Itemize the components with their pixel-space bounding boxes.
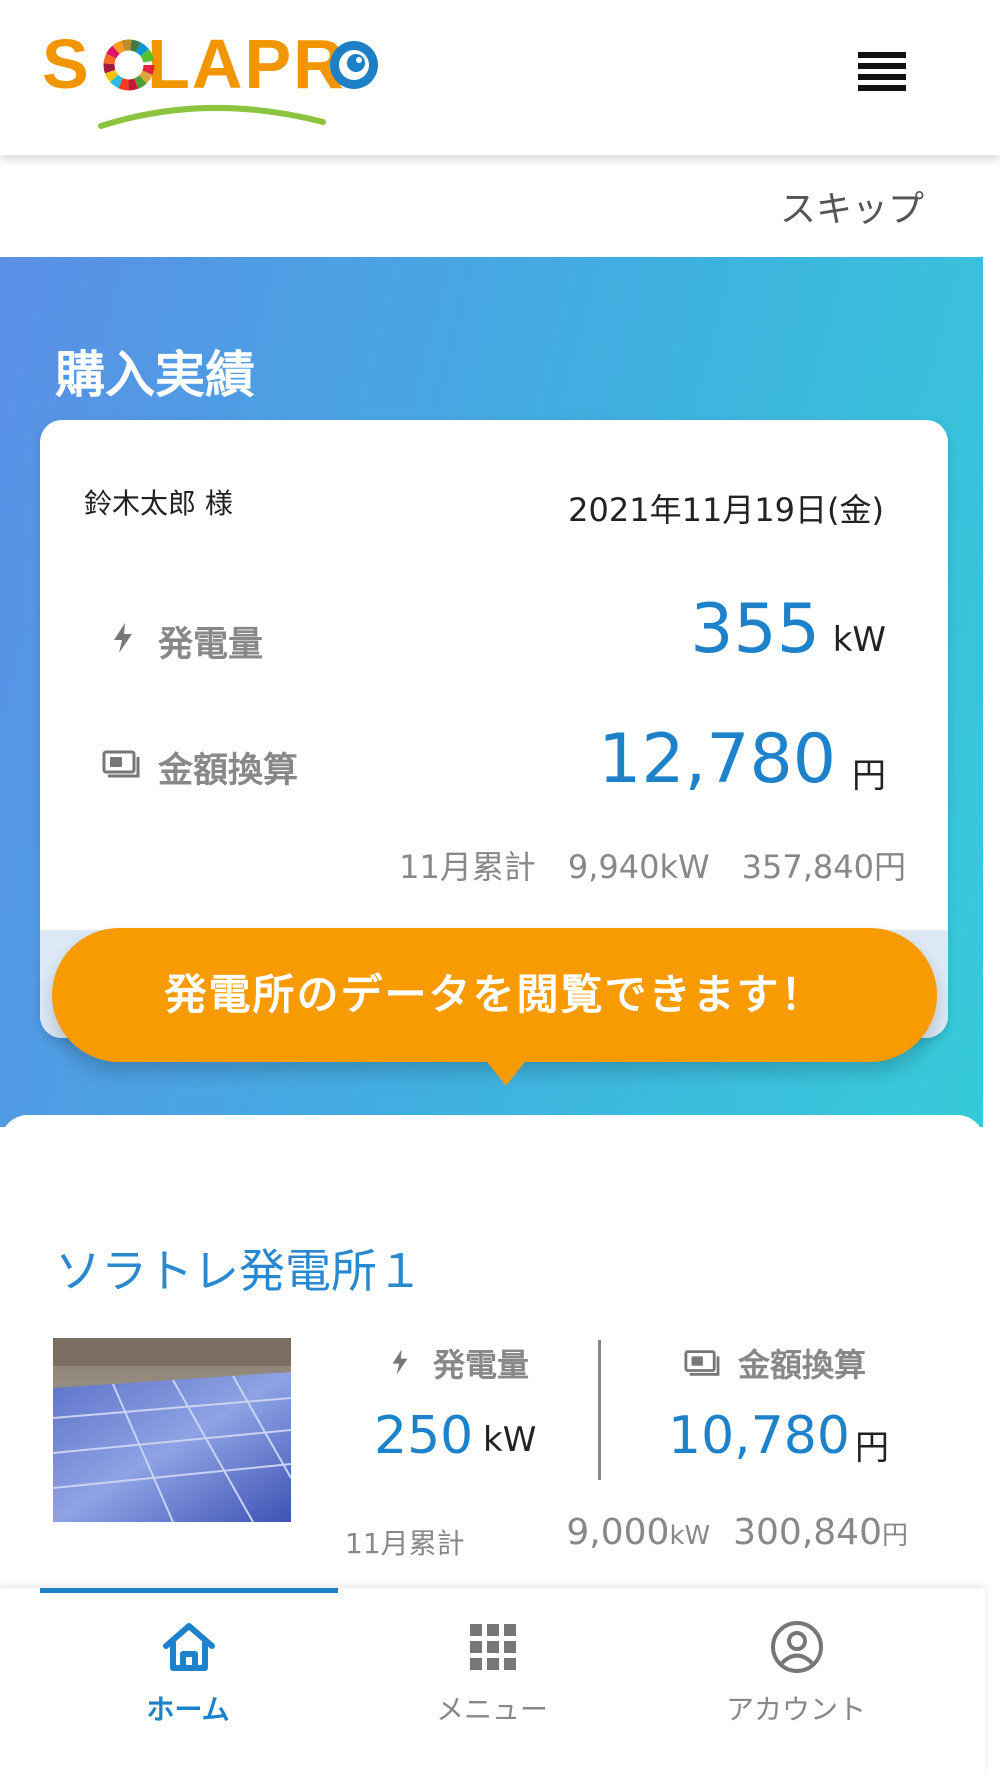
plant-generation-label: 発電量 — [433, 1346, 530, 1384]
money-icon — [102, 750, 140, 778]
plant-amount-label: 金額換算 — [738, 1346, 867, 1384]
eye-icon — [330, 41, 378, 89]
account-icon — [771, 1621, 823, 1673]
skip-link[interactable]: スキップ — [780, 180, 924, 232]
app-header: SOLAPRO — [0, 0, 1000, 155]
amount-unit: 円 — [852, 756, 886, 796]
bottom-tab-bar: ホーム メニュー アカウント — [0, 1588, 985, 1778]
plant-month-totals: 9,000kW 300,840円 — [566, 1512, 908, 1553]
plant-amount-value: 10,780 — [668, 1406, 850, 1466]
generation-value: 355 — [690, 590, 820, 669]
lightning-icon — [392, 1349, 408, 1375]
tab-menu[interactable]: メニュー — [362, 1588, 622, 1778]
solar-panel-photo[interactable] — [53, 1338, 291, 1522]
plant-generation-value: 250 — [374, 1406, 474, 1466]
plant-month-yen-unit: 円 — [881, 1521, 908, 1551]
solapro-logo[interactable]: SOLAPRO — [42, 28, 382, 129]
tab-label: ホーム — [146, 1693, 230, 1726]
section-title: 購入実績 — [55, 346, 255, 404]
tab-account[interactable]: アカウント — [666, 1588, 926, 1778]
plant-month-kw-value: 9,000 — [566, 1512, 670, 1553]
user-name: 鈴木太郎 様 — [84, 487, 233, 520]
tooltip-bubble[interactable]: 発電所のデータを閲覧できます！ — [52, 928, 937, 1062]
stat-divider — [598, 1340, 601, 1480]
plant-generation-unit: kW — [483, 1420, 537, 1460]
logo-swoosh — [98, 105, 326, 129]
bubble-tail — [484, 1058, 528, 1086]
generation-unit: kW — [832, 620, 886, 660]
home-icon — [163, 1623, 215, 1671]
sdg-ring-icon — [103, 39, 155, 91]
bubble-text: 発電所のデータを閲覧できます！ — [164, 970, 825, 1019]
money-icon — [684, 1350, 720, 1376]
plant-name[interactable]: ソラトレ発電所１ — [55, 1235, 423, 1301]
plant-month-yen-value: 300,840 — [733, 1512, 882, 1553]
tab-home[interactable]: ホーム — [58, 1588, 318, 1778]
plant-month-label: 11月累計 — [345, 1527, 465, 1560]
amount-label: 金額換算 — [158, 751, 299, 791]
plant-amount-unit: 円 — [855, 1428, 889, 1468]
generation-label: 発電量 — [158, 625, 264, 665]
amount-value: 12,780 — [598, 720, 836, 799]
plant-month-kw-unit: kW — [669, 1521, 711, 1551]
hamburger-menu-icon[interactable] — [858, 52, 906, 94]
monthly-summary: 11月累計 9,940kW 357,840円 — [399, 848, 906, 886]
grid-menu-icon — [470, 1624, 516, 1670]
purchase-date: 2021年11月19日(金) — [568, 491, 884, 529]
lightning-icon — [114, 623, 132, 653]
tab-label: メニュー — [435, 1693, 548, 1726]
tab-label: アカウント — [725, 1693, 866, 1726]
